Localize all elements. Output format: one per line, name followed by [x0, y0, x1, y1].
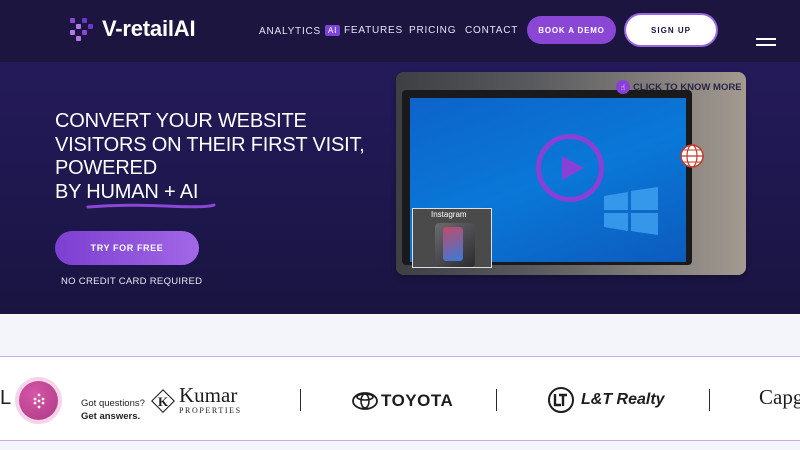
book-demo-button[interactable]: BOOK A DEMO	[527, 16, 616, 44]
brand-name: V-retailAI	[102, 16, 196, 41]
toyota-emblem-icon	[352, 392, 378, 410]
nav-link-features[interactable]: FEATURES	[344, 25, 403, 36]
headline-line-4: BY HUMAN + AI	[55, 180, 365, 209]
kumar-name: Kumar	[179, 383, 238, 407]
headline-highlight: HUMAN + AI	[86, 180, 216, 209]
logo-divider	[709, 389, 710, 411]
hero-section: CONVERT YOUR WEBSITE VISITORS ON THEIR F…	[0, 62, 800, 314]
logo-divider	[300, 389, 301, 411]
lt-emblem-icon	[548, 387, 574, 413]
headline-line-1: CONVERT YOUR WEBSITE	[55, 110, 307, 132]
play-icon[interactable]	[536, 134, 604, 202]
chat-prompt-line2: Get answers.	[81, 411, 141, 422]
ai-badge: AI	[325, 25, 341, 36]
instagram-label: Instagram	[431, 210, 467, 219]
no-credit-card-note: NO CREDIT CARD REQUIRED	[61, 276, 203, 287]
lt-realty-logo: L&T Realty	[547, 386, 665, 414]
chat-prompt[interactable]: Got questions? Get answers.	[81, 397, 145, 423]
try-for-free-button[interactable]: TRY FOR FREE	[55, 231, 199, 265]
headline-by: BY	[55, 180, 87, 203]
client-logo-partial-right: Capg	[759, 385, 800, 409]
nav-link-contact[interactable]: CONTACT	[465, 25, 518, 36]
hamburger-menu-icon[interactable]	[756, 38, 776, 48]
phone-screen-image	[443, 227, 463, 261]
globe-icon[interactable]	[678, 142, 706, 170]
click-to-know-more-label: CLICK TO KNOW MORE	[633, 81, 742, 93]
nav-link-analytics[interactable]: ANALYTICS AI	[259, 25, 341, 37]
windows-logo-icon	[604, 187, 658, 235]
brand-logo[interactable]: V-retailAI	[70, 14, 196, 44]
headline-line-3: POWERED	[55, 157, 157, 179]
kumar-k-icon: K	[151, 389, 175, 413]
demo-video-player[interactable]: ☝ CLICK TO KNOW MORE Instagram	[396, 72, 746, 275]
chat-prompt-line1: Got questions?	[81, 398, 145, 409]
sign-up-button[interactable]: SIGN UP	[626, 15, 716, 45]
hero-headline: CONVERT YOUR WEBSITE VISITORS ON THEIR F…	[55, 110, 365, 209]
headline-line-2: VISITORS ON THEIR FIRST VISIT,	[55, 133, 365, 156]
chat-widget-button[interactable]	[19, 381, 58, 420]
brush-underline-icon	[86, 203, 216, 209]
logo-divider	[496, 389, 497, 411]
click-to-know-more-link[interactable]: ☝ CLICK TO KNOW MORE	[616, 80, 742, 94]
pointer-click-icon: ☝	[616, 80, 630, 94]
kumar-properties-logo: K Kumar PROPERTIES	[151, 385, 242, 417]
lt-wordmark: L&T Realty	[581, 391, 665, 408]
toyota-logo: TOYOTA	[352, 391, 453, 411]
nav-link-pricing[interactable]: PRICING	[409, 25, 456, 36]
top-navbar: V-retailAI ANALYTICS AI FEATURES PRICING …	[0, 0, 800, 62]
kumar-sub: PROPERTIES	[179, 406, 242, 415]
chat-dots-icon	[33, 393, 44, 408]
toyota-wordmark: TOYOTA	[381, 391, 454, 410]
logo-mark-icon	[70, 14, 96, 44]
instagram-pip-thumbnail[interactable]: Instagram	[412, 208, 492, 268]
headline-highlight-text: HUMAN + AI	[86, 180, 199, 203]
nav-link-analytics-label: ANALYTICS	[259, 26, 322, 37]
svg-text:K: K	[158, 394, 169, 409]
